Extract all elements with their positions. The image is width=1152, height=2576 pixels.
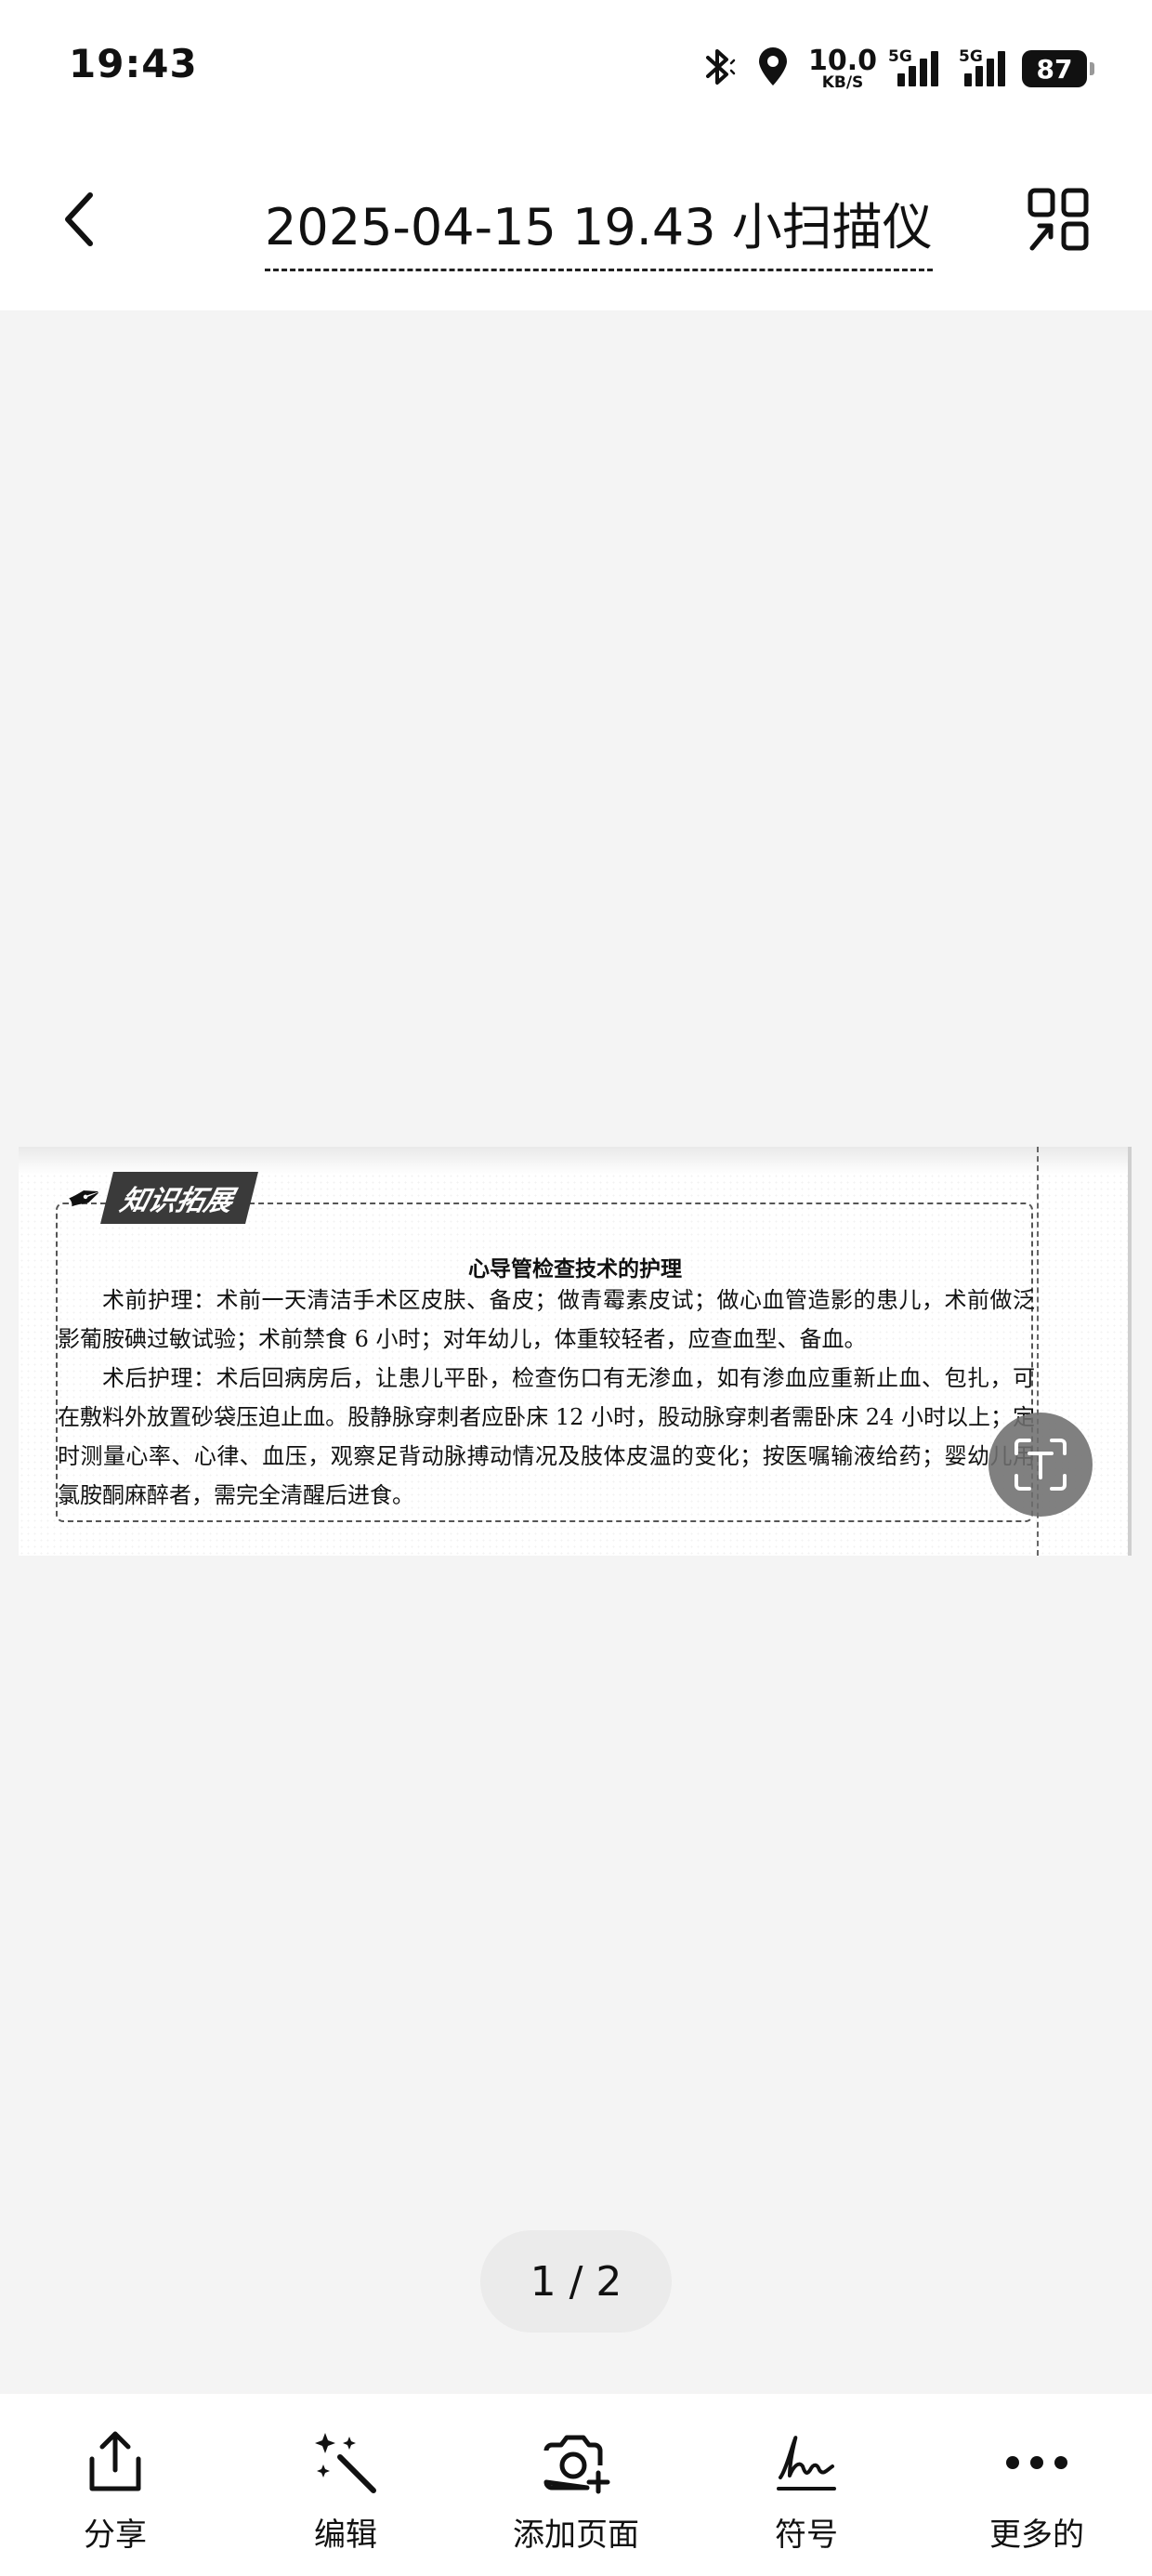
add-page-label: 添加页面 — [513, 2517, 639, 2554]
more-button[interactable]: 更多的 — [922, 2394, 1152, 2576]
signature-label: 符号 — [775, 2517, 838, 2554]
network-speed-value: 10.0 — [807, 44, 877, 77]
signature-icon — [769, 2425, 844, 2500]
edit-label: 编辑 — [314, 2517, 377, 2554]
share-icon — [78, 2425, 152, 2500]
edit-button[interactable]: 编辑 — [230, 2394, 461, 2576]
document-heading: 心导管检查技术的护理 — [468, 1256, 682, 1281]
signal-label: 5G — [888, 47, 912, 66]
signature-button[interactable]: 符号 — [691, 2394, 922, 2576]
share-label: 分享 — [84, 2517, 147, 2554]
chevron-left-icon — [65, 192, 93, 246]
page-edge — [1128, 1147, 1132, 1556]
share-button[interactable]: 分享 — [0, 2394, 230, 2576]
bottom-toolbar: 分享 编辑 添加页面 符号 更多的 — [0, 2394, 1152, 2576]
grid-icon — [1028, 188, 1089, 251]
more-icon — [1000, 2425, 1074, 2500]
document-title[interactable]: 2025-04-15 19.43 小扫描仪 — [265, 186, 933, 271]
magic-wand-icon — [308, 2425, 383, 2500]
top-area: 19:43 10.0 KB/S 5G 5G 87 2025-04-15 19.4… — [0, 0, 1152, 310]
more-label: 更多的 — [989, 2517, 1084, 2554]
status-time: 19:43 — [69, 41, 198, 86]
signal-label: 5G — [959, 47, 983, 66]
page-shadow — [19, 1147, 1132, 1175]
bluetooth-icon — [700, 46, 738, 92]
status-icons: 10.0 KB/S 5G 5G 87 — [700, 41, 1094, 97]
badge-label: 知识拓展 — [99, 1172, 258, 1224]
signal-icon: 5G — [888, 47, 938, 86]
paragraph-postop: 术后护理：术后回病房后，让患儿平卧，检查伤口有无渗血，如有渗血应重新止血、包扎，… — [58, 1365, 1035, 1508]
grid-menu-button[interactable] — [1022, 182, 1096, 256]
text-scan-icon — [1015, 1439, 1067, 1491]
paragraph-preop: 术前护理：术前一天清洁手术区皮肤、备皮；做青霉素皮试；做心血管造影的患儿，术前做… — [58, 1287, 1035, 1352]
location-icon — [754, 46, 792, 92]
network-speed: 10.0 KB/S — [807, 44, 877, 92]
network-speed-unit: KB/S — [821, 72, 864, 92]
back-button[interactable] — [46, 182, 111, 256]
page-indicator: 1 / 2 — [480, 2230, 672, 2333]
knowledge-badge: ✒ 知识拓展 — [59, 1168, 258, 1228]
battery-icon: 87 — [1022, 50, 1094, 87]
add-camera-icon — [539, 2425, 613, 2500]
scanned-page[interactable]: ✒ 知识拓展 心导管检查技术的护理 术前护理：术前一天清洁手术区皮肤、备皮；做青… — [19, 1147, 1132, 1556]
signal-icon: 5G — [955, 47, 1005, 86]
add-page-button[interactable]: 添加页面 — [461, 2394, 691, 2576]
text-recognition-button[interactable] — [988, 1413, 1093, 1517]
